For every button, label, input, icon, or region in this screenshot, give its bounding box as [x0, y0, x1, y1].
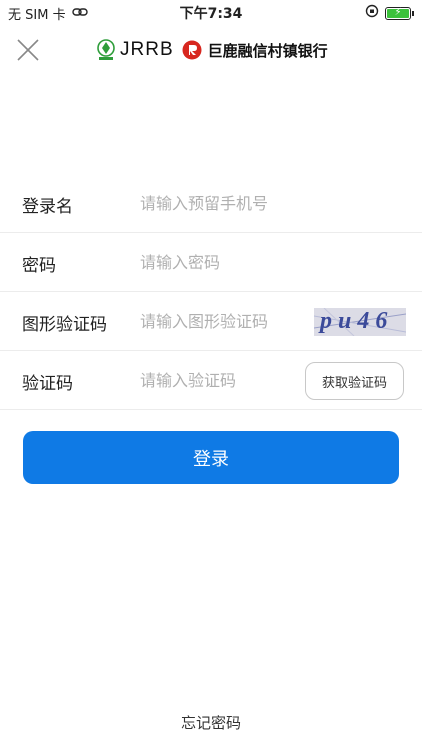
get-code-button[interactable]: 获取验证码 — [305, 362, 404, 400]
battery-tip — [412, 10, 414, 16]
login-name-input[interactable] — [140, 190, 310, 216]
captcha-label: 图形验证码 — [22, 315, 107, 335]
close-icon[interactable] — [14, 36, 42, 64]
brand-abbr: JRRB — [120, 39, 174, 60]
login-name-label: 登录名 — [22, 197, 73, 217]
password-label: 密码 — [22, 256, 56, 276]
password-input[interactable] — [140, 249, 310, 275]
status-bar: 无 SIM 卡 下午7:34 ⚡ — [0, 0, 422, 24]
rural-bank-logo-icon — [96, 39, 116, 61]
password-row: 密码 — [0, 233, 422, 292]
sms-code-input[interactable] — [140, 367, 310, 393]
status-right: ⚡ — [365, 4, 414, 22]
login-button[interactable]: 登录 — [23, 431, 399, 484]
captcha-row: 图形验证码 pu46 — [0, 292, 422, 351]
battery-level: ⚡ — [387, 6, 409, 18]
orientation-lock-icon — [365, 4, 379, 22]
captcha-input[interactable] — [140, 308, 310, 334]
captcha-image-text: pu46 — [320, 308, 394, 334]
login-form: 登录名 密码 图形验证码 pu46 验证码 获取验证码 — [0, 174, 422, 410]
bank-logo-icon — [182, 40, 202, 60]
bolt-icon: ⚡ — [394, 6, 402, 18]
battery-charging-icon: ⚡ — [385, 6, 411, 20]
brand-name: 巨鹿融信村镇银行 — [207, 41, 328, 60]
status-time: 下午7:34 — [179, 6, 243, 22]
nav-bar: JRRB 巨鹿融信村镇银行 — [0, 28, 422, 72]
sms-code-row: 验证码 获取验证码 — [0, 351, 422, 410]
forgot-password-link[interactable]: 忘记密码 — [0, 712, 422, 733]
captcha-image[interactable]: pu46 — [314, 308, 406, 336]
sms-code-label: 验证码 — [22, 374, 73, 394]
bank-brand: JRRB 巨鹿融信村镇银行 — [96, 36, 328, 64]
login-name-row: 登录名 — [0, 174, 422, 233]
